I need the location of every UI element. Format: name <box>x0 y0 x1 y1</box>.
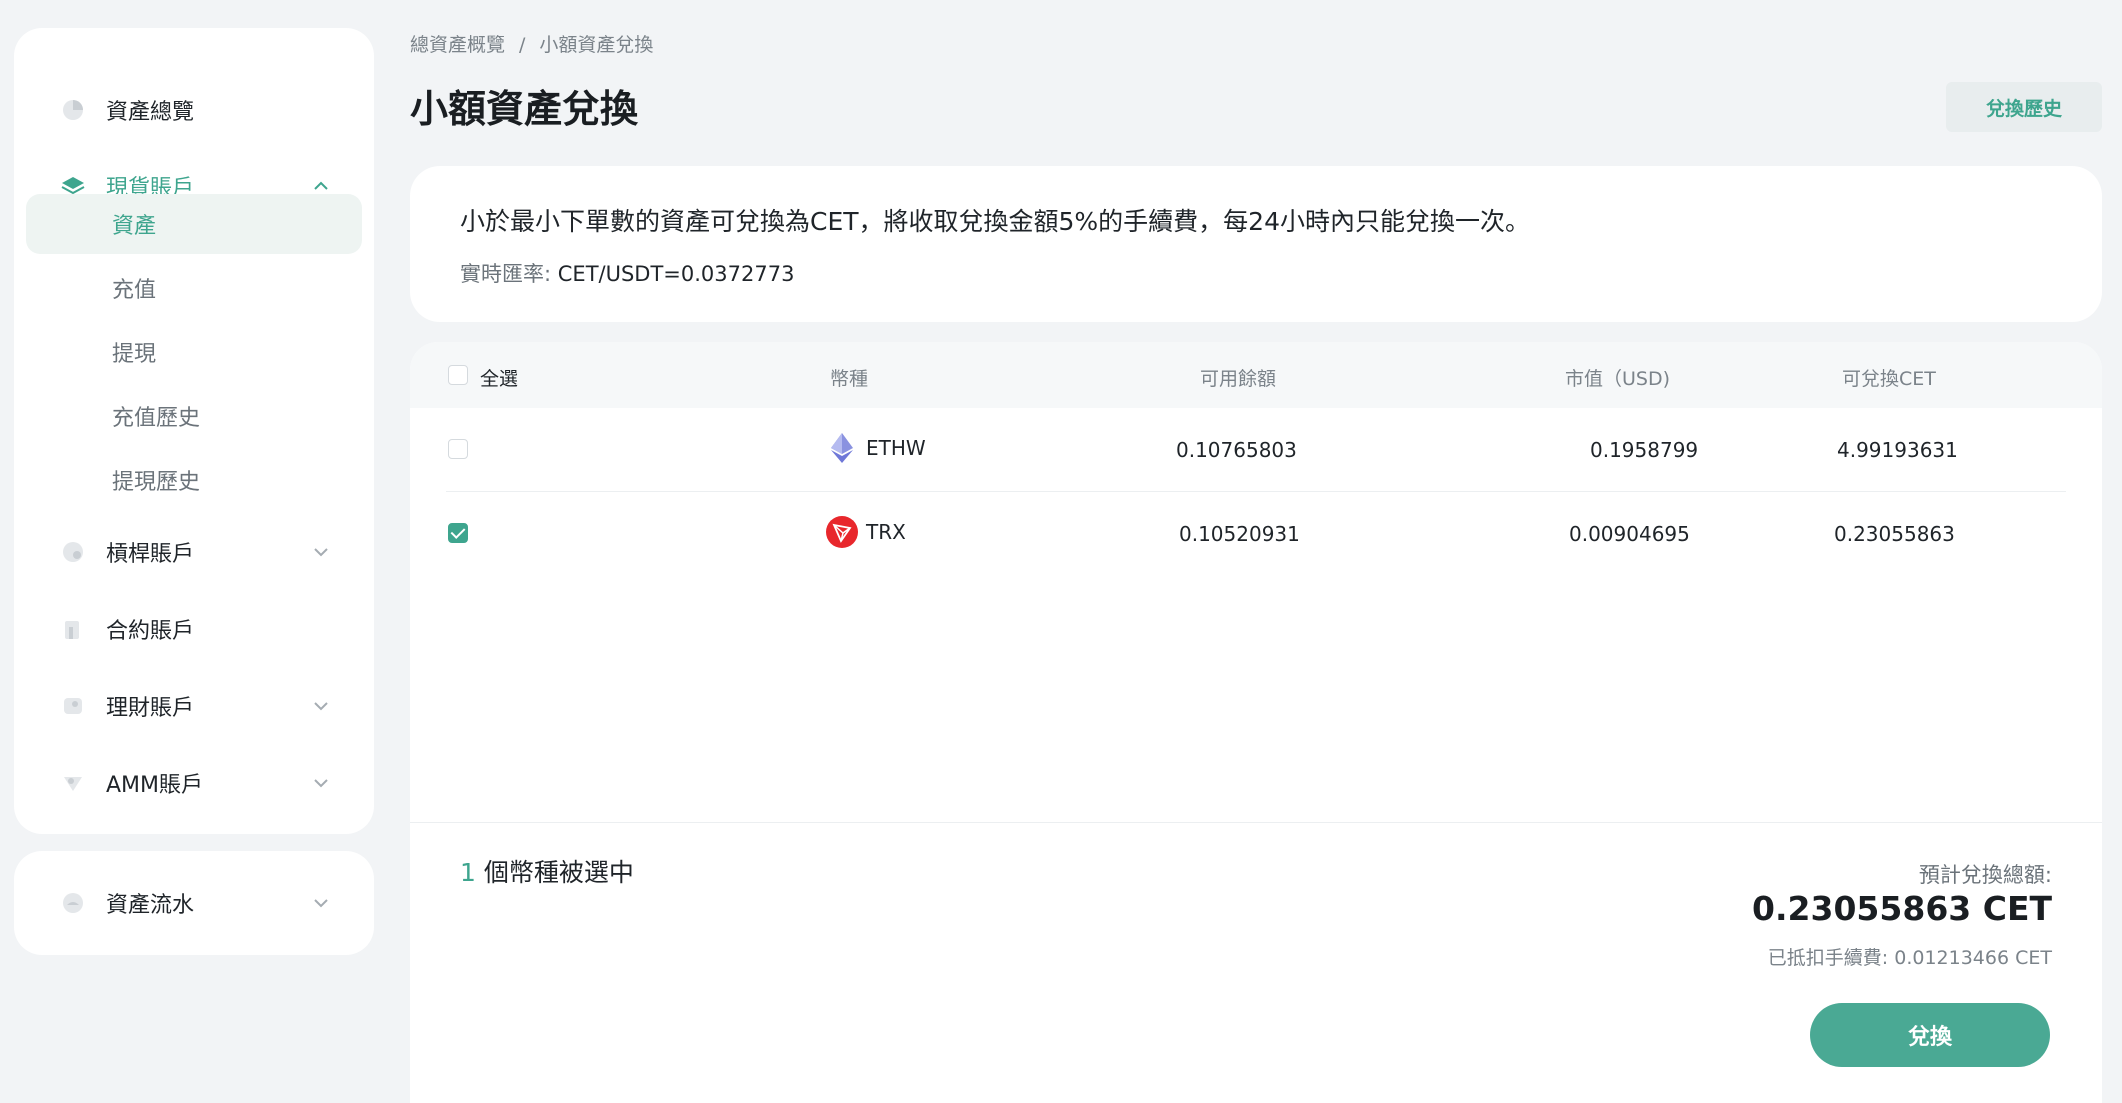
estimated-total: 0.23055863 CET <box>1752 889 2052 928</box>
sidebar-subitem-deposit[interactable]: 充值 <box>26 258 362 318</box>
margin-icon <box>60 539 86 565</box>
sidebar-subitem-label: 充值歷史 <box>112 406 201 431</box>
convertible-cet: 0.23055863 <box>1834 522 1955 546</box>
estimated-total-label: 預計兌換總額: <box>1918 863 2052 887</box>
convert-button[interactable]: 兌換 <box>1810 1003 2050 1067</box>
header-convertible: 可兌換CET <box>1842 368 1936 390</box>
sidebar-item-finance[interactable]: 理財賬戶 <box>14 676 374 736</box>
convert-notice: 小於最小下單數的資產可兌換為CET，將收取兌換金額5%的手續費，每24小時內只能… <box>460 207 1530 236</box>
pie-chart-icon <box>60 97 86 123</box>
sidebar-subitem-deposit-history[interactable]: 充值歷史 <box>26 386 362 446</box>
convertible-cet: 4.99193631 <box>1837 438 1958 462</box>
sidebar: 資產總覽 現貨賬戶 資產 充值 提現 充值歷史 提現歷史 槓桿賬戶 合約賬戶 理… <box>14 28 374 834</box>
sidebar-subitem-withdraw-history[interactable]: 提現歷史 <box>26 450 362 510</box>
selected-count-number: 1 <box>460 858 476 887</box>
sidebar-subitem-label: 提現 <box>112 342 157 367</box>
header-market-value: 市值（USD) <box>1565 368 1671 390</box>
sidebar-subitem-label: 提現歷史 <box>112 470 201 495</box>
sidebar-subitem-withdraw[interactable]: 提現 <box>26 322 362 382</box>
convert-summary: 1 個幣種被選中 預計兌換總額: 0.23055863 CET 已抵扣手續費: … <box>410 822 2102 1103</box>
row-checkbox[interactable] <box>448 523 468 543</box>
convert-history-button[interactable]: 兌換歷史 <box>1946 82 2102 132</box>
sidebar-subitem-assets[interactable]: 資產 <box>26 194 362 254</box>
header-available: 可用餘額 <box>1200 368 1277 390</box>
rate-value: CET/USDT=0.0372773 <box>557 262 795 286</box>
asset-table: 全選 幣種 可用餘額 市值（USD) 可兌換CET ETHW 0.1076580… <box>410 342 2102 822</box>
row-checkbox[interactable] <box>448 439 468 459</box>
sidebar-item-contract[interactable]: 合約賬戶 <box>14 599 374 659</box>
breadcrumb-parent-link[interactable]: 總資產概覽 <box>410 34 505 56</box>
contract-icon <box>60 616 86 642</box>
chevron-down-icon <box>314 548 328 557</box>
select-all-checkbox[interactable] <box>448 365 468 385</box>
sidebar-item-flow[interactable]: 資產流水 <box>14 873 374 933</box>
amm-icon <box>60 770 86 796</box>
market-value: 0.00904695 <box>1569 522 1690 546</box>
sidebar-item-label: 資產流水 <box>106 893 195 918</box>
sidebar-subitem-label: 充值 <box>112 278 157 303</box>
available-balance: 0.10765803 <box>1176 438 1297 462</box>
exchange-rate: 實時匯率: CET/USDT=0.0372773 <box>460 258 794 288</box>
finance-icon <box>60 693 86 719</box>
breadcrumb: 總資產概覽 / 小額資產兌換 <box>410 30 653 57</box>
sidebar-item-label: 理財賬戶 <box>106 696 195 721</box>
table-header: 全選 幣種 可用餘額 市值（USD) 可兌換CET <box>410 342 2102 408</box>
coin-name: TRX <box>866 520 906 544</box>
available-balance: 0.10520931 <box>1179 522 1300 546</box>
sidebar-item-label: 資產總覽 <box>106 100 195 125</box>
flow-icon <box>60 890 86 916</box>
sidebar-item-amm[interactable]: AMM賬戶 <box>14 753 374 813</box>
sidebar-flow-card: 資產流水 <box>14 851 374 955</box>
chevron-down-icon <box>314 899 328 908</box>
sidebar-item-overview[interactable]: 資產總覽 <box>14 80 374 140</box>
breadcrumb-separator: / <box>519 34 526 56</box>
page-title: 小額資產兌換 <box>410 87 639 131</box>
table-row[interactable]: ETHW 0.10765803 0.1958799 4.99193631 <box>410 408 2102 492</box>
selected-count: 1 個幣種被選中 <box>460 853 634 889</box>
header-coin: 幣種 <box>830 368 869 390</box>
select-all-label: 全選 <box>480 368 519 390</box>
selected-count-suffix: 個幣種被選中 <box>483 858 634 887</box>
ethw-icon <box>826 432 858 464</box>
info-card: 小於最小下單數的資產可兌換為CET，將收取兌換金額5%的手續費，每24小時內只能… <box>410 166 2102 322</box>
fee-deducted: 已抵扣手續費: 0.01213466 CET <box>1767 947 2052 969</box>
rate-label: 實時匯率: <box>460 262 552 286</box>
table-row[interactable]: TRX 0.10520931 0.00904695 0.23055863 <box>410 492 2102 576</box>
sidebar-subitem-label: 資產 <box>112 214 157 239</box>
trx-icon <box>826 516 858 548</box>
sidebar-item-label: AMM賬戶 <box>106 773 204 798</box>
sidebar-item-label: 槓桿賬戶 <box>106 542 195 567</box>
chevron-down-icon <box>314 702 328 711</box>
breadcrumb-current: 小額資產兌換 <box>539 34 654 56</box>
coin-name: ETHW <box>866 436 926 460</box>
sidebar-item-margin[interactable]: 槓桿賬戶 <box>14 522 374 582</box>
sidebar-item-label: 合約賬戶 <box>106 619 195 644</box>
market-value: 0.1958799 <box>1590 438 1699 462</box>
chevron-down-icon <box>314 779 328 788</box>
